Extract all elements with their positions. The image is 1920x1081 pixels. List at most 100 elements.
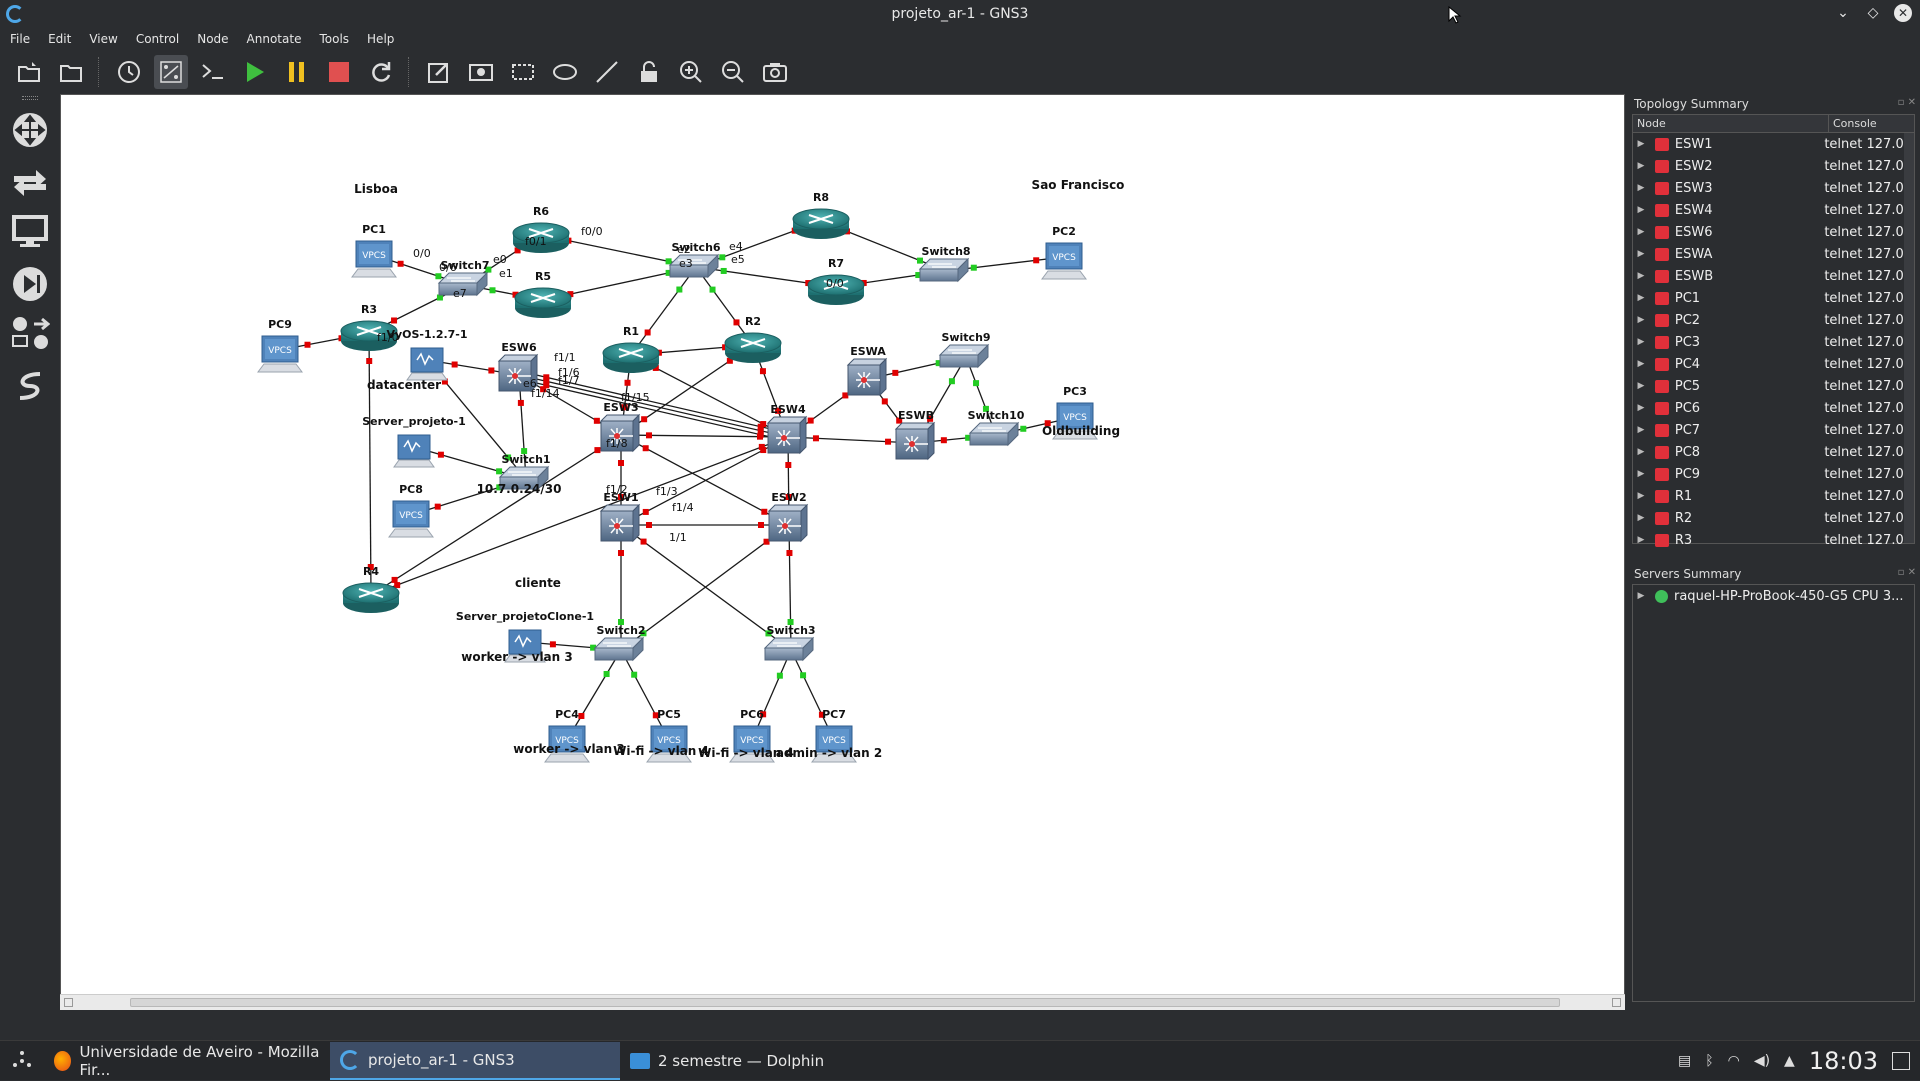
scroll-right-icon[interactable] <box>1612 998 1621 1007</box>
pc-pc1[interactable]: VPCS <box>351 240 397 278</box>
pc-pc9[interactable]: VPCS <box>257 335 303 373</box>
switch-switch8[interactable] <box>918 257 970 283</box>
tree-row-esw1[interactable]: ▶ ESW1 telnet 127.0 <box>1633 133 1914 155</box>
pc-pc8[interactable]: VPCS <box>388 500 434 538</box>
tree-row-esw3[interactable]: ▶ ESW3 telnet 127.0 <box>1633 177 1914 199</box>
draw-line-icon[interactable] <box>590 55 624 89</box>
scrollbar-thumb[interactable] <box>130 998 1560 1007</box>
task-firefox[interactable]: Universidade de Aveiro - Mozilla Fir... <box>44 1042 330 1080</box>
draw-rectangle-icon[interactable] <box>506 55 540 89</box>
lock-icon[interactable] <box>632 55 666 89</box>
expand-arrow-icon[interactable]: ▶ <box>1633 469 1649 479</box>
task-dolphin[interactable]: 2 semestre — Dolphin <box>620 1042 906 1080</box>
show-interface-labels-icon[interactable] <box>154 55 188 89</box>
pause-all-icon[interactable] <box>280 55 314 89</box>
scroll-left-icon[interactable] <box>64 998 73 1007</box>
pc-pc2[interactable]: VPCS <box>1041 242 1087 280</box>
router-r1[interactable] <box>602 342 660 373</box>
expand-arrow-icon[interactable]: ▶ <box>1633 183 1649 193</box>
link-r4-esw4[interactable] <box>370 436 789 596</box>
bluetooth-icon[interactable]: ᛒ <box>1705 1053 1713 1069</box>
switch-switch2[interactable] <box>593 636 645 662</box>
panel-float-icon-2[interactable]: ▫ ✕ <box>1898 567 1916 578</box>
browse-security-icon[interactable] <box>10 264 50 304</box>
expand-arrow-icon[interactable]: ▶ <box>1633 359 1649 369</box>
tree-row-pc6[interactable]: ▶ PC6 telnet 127.0 <box>1633 397 1914 419</box>
annotation-text[interactable]: Wi-fi -> vlan 4 <box>613 744 709 758</box>
zoom-out-icon[interactable] <box>716 55 750 89</box>
tree-row-pc9[interactable]: ▶ PC9 telnet 127.0 <box>1633 463 1914 485</box>
expand-arrow-icon[interactable]: ▶ <box>1633 227 1649 237</box>
clipboard-icon[interactable]: ▤ <box>1678 1053 1691 1069</box>
browse-end-devices-icon[interactable] <box>10 212 50 252</box>
tree-row-pc3[interactable]: ▶ PC3 telnet 127.0 <box>1633 331 1914 353</box>
expand-arrow-icon[interactable]: ▶ <box>1633 337 1649 347</box>
router-r5[interactable] <box>514 287 572 318</box>
expand-arrow-icon[interactable]: ▶ <box>1633 403 1649 413</box>
switch-switch10[interactable] <box>968 421 1020 447</box>
servers-summary-tree[interactable]: ▶ raquel-HP-ProBook-450-G5 CPU 3... <box>1632 584 1915 1002</box>
tree-row-esw4[interactable]: ▶ ESW4 telnet 127.0 <box>1633 199 1914 221</box>
screenshot-icon[interactable] <box>758 55 792 89</box>
switch-switch3[interactable] <box>763 636 815 662</box>
annotation-text[interactable]: Sao Francisco <box>1032 178 1125 192</box>
tree-row-r3[interactable]: ▶ R3 telnet 127.0 <box>1633 529 1914 551</box>
tree-row-pc7[interactable]: ▶ PC7 telnet 127.0 <box>1633 419 1914 441</box>
expand-arrow-icon[interactable]: ▶ <box>1633 315 1649 325</box>
expand-arrow-icon[interactable]: ▶ <box>1633 161 1649 171</box>
server-row[interactable]: ▶ raquel-HP-ProBook-450-G5 CPU 3... <box>1633 585 1914 607</box>
show-desktop-icon[interactable] <box>1892 1052 1910 1070</box>
expand-arrow-icon[interactable]: ▶ <box>1633 205 1649 215</box>
wifi-icon[interactable]: ◠ <box>1728 1053 1740 1069</box>
tree-row-pc2[interactable]: ▶ PC2 telnet 127.0 <box>1633 309 1914 331</box>
app-launcher-icon[interactable] <box>0 1042 44 1080</box>
tree-vertical-scrollbar[interactable] <box>1904 133 1914 543</box>
multilayer-switch-esw1[interactable] <box>599 503 641 543</box>
menu-node[interactable]: Node <box>197 32 228 46</box>
menu-edit[interactable]: Edit <box>48 32 71 46</box>
tree-row-eswb[interactable]: ▶ ESWB telnet 127.0 <box>1633 265 1914 287</box>
annotation-text[interactable]: 10.7.0.24/30 <box>477 482 562 496</box>
multilayer-switch-eswb[interactable] <box>894 421 936 461</box>
clock[interactable]: 18:03 <box>1809 1047 1878 1075</box>
minimize-icon[interactable]: ⌄ <box>1834 4 1852 22</box>
switch-switch9[interactable] <box>938 343 990 369</box>
menu-help[interactable]: Help <box>367 32 394 46</box>
router-r2[interactable] <box>724 332 782 363</box>
panel-float-icon[interactable]: ▫ ✕ <box>1898 97 1916 108</box>
annotation-text[interactable]: Oldbuilding <box>1042 424 1120 438</box>
multilayer-switch-esw2[interactable] <box>767 503 809 543</box>
switch-switch6[interactable] <box>668 253 720 279</box>
task-gns3[interactable]: projeto_ar-1 - GNS3 <box>330 1041 620 1080</box>
tree-row-pc5[interactable]: ▶ PC5 telnet 127.0 <box>1633 375 1914 397</box>
expand-arrow-icon[interactable]: ▶ <box>1633 491 1649 501</box>
snapshot-clock-icon[interactable] <box>112 55 146 89</box>
host-server_projeto-1[interactable] <box>393 434 435 468</box>
add-link-icon[interactable] <box>10 366 50 406</box>
multilayer-switch-eswa[interactable] <box>846 357 888 397</box>
link-switch6-r1[interactable] <box>630 266 697 356</box>
annotation-text[interactable]: Lisboa <box>354 182 398 196</box>
close-icon[interactable]: ✕ <box>1894 4 1912 22</box>
zoom-in-icon[interactable] <box>674 55 708 89</box>
horizontal-scrollbar[interactable] <box>60 994 1625 1010</box>
insert-picture-icon[interactable] <box>464 55 498 89</box>
menu-annotate[interactable]: Annotate <box>247 32 302 46</box>
annotation-text[interactable]: datacenter <box>367 378 441 392</box>
add-note-icon[interactable] <box>422 55 456 89</box>
col-node-header[interactable]: Node <box>1633 115 1829 132</box>
tray-expand-icon[interactable]: ▲ <box>1784 1053 1795 1069</box>
tree-row-esw6[interactable]: ▶ ESW6 telnet 127.0 <box>1633 221 1914 243</box>
host-vyos-1.2.7-1[interactable] <box>406 347 448 381</box>
tree-row-pc8[interactable]: ▶ PC8 telnet 127.0 <box>1633 441 1914 463</box>
annotation-text[interactable]: worker -> vlan 3 <box>461 650 572 664</box>
topology-summary-tree[interactable]: Node Console ▶ ESW1 telnet 127.0 ▶ ESW2 telne… <box>1632 114 1915 548</box>
menu-view[interactable]: View <box>89 32 117 46</box>
start-all-icon[interactable] <box>238 55 272 89</box>
annotation-text[interactable]: cliente <box>515 576 561 590</box>
expand-arrow-icon[interactable]: ▶ <box>1633 535 1649 545</box>
expand-arrow-icon[interactable]: ▶ <box>1633 293 1649 303</box>
tree-row-r1[interactable]: ▶ R1 telnet 127.0 <box>1633 485 1914 507</box>
expand-arrow-icon[interactable]: ▶ <box>1633 271 1649 281</box>
annotation-text[interactable]: admin -> vlan 2 <box>776 746 882 760</box>
